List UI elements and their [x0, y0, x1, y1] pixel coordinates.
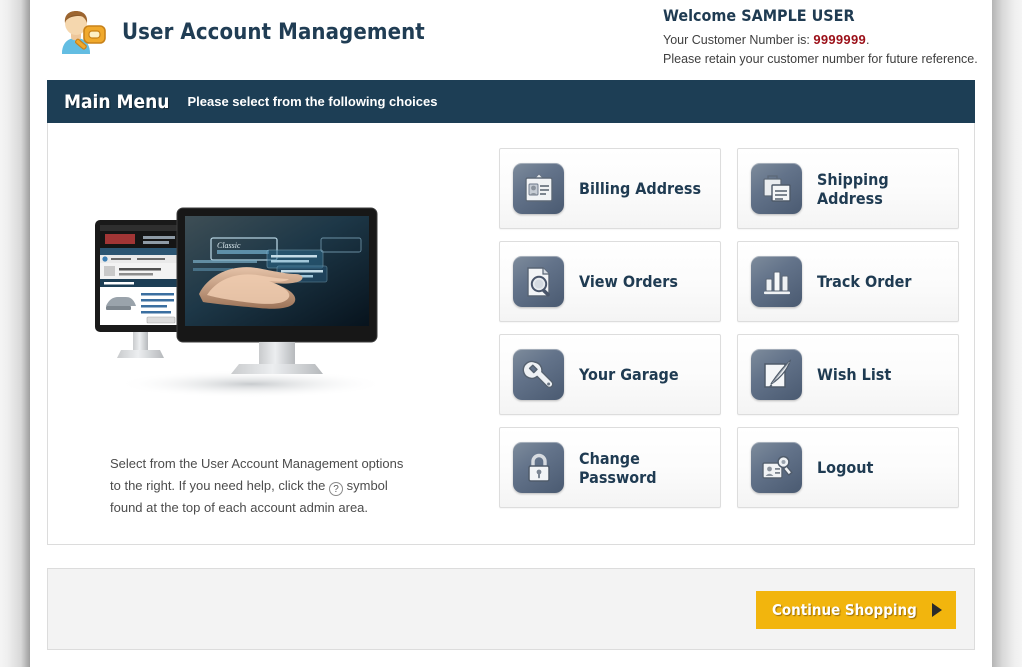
retain-note: Please retain your customer number for f… — [663, 52, 978, 66]
dual-monitor-image: Classic — [81, 198, 401, 398]
wrench-icon — [513, 349, 564, 400]
tile-shipping-address[interactable]: Shipping Address — [737, 148, 959, 229]
footer-panel: Continue Shopping — [47, 568, 975, 650]
customer-number-value: 9999999 — [813, 32, 867, 47]
screenshot-root: User Account Management Welcome SAMPLE U… — [0, 0, 1022, 667]
tile-billing-address[interactable]: Billing Address — [499, 148, 721, 229]
menu-tiles-grid: Billing Address Shipping Address View Or… — [499, 148, 961, 508]
customer-number-line: Your Customer Number is: 9999999. — [663, 30, 993, 50]
tile-label-your-garage: Your Garage — [579, 365, 679, 384]
tile-wish-list[interactable]: Wish List — [737, 334, 959, 415]
customer-number-label: Your Customer Number is: — [663, 33, 810, 47]
continue-shopping-button[interactable]: Continue Shopping — [756, 591, 956, 629]
note-pen-icon — [751, 349, 802, 400]
brand: User Account Management — [52, 4, 425, 60]
tile-track-order[interactable]: Track Order — [737, 241, 959, 322]
bar-chart-icon — [751, 256, 802, 307]
page-shadow-right — [992, 0, 1022, 667]
tile-label-change-password: Change Password — [579, 448, 657, 487]
page-body: User Account Management Welcome SAMPLE U… — [30, 0, 992, 667]
tile-label-logout: Logout — [817, 458, 874, 477]
main-menu-subtitle: Please select from the following choices — [187, 94, 438, 109]
monitor-right: Classic — [176, 207, 378, 374]
continue-shopping-label: Continue Shopping — [772, 601, 917, 619]
tile-your-garage[interactable]: Your Garage — [499, 334, 721, 415]
tile-label-track-order: Track Order — [817, 272, 912, 291]
welcome-block: Welcome SAMPLE USER Your Customer Number… — [663, 6, 993, 69]
user-key-icon — [52, 4, 108, 60]
customer-number-period: . — [866, 33, 870, 47]
tile-view-orders[interactable]: View Orders — [499, 241, 721, 322]
main-menu-title: Main Menu — [64, 90, 170, 113]
main-menu-bar: Main Menu Please select from the followi… — [47, 80, 975, 123]
tile-label-billing-address: Billing Address — [579, 179, 702, 198]
document-search-icon — [513, 256, 564, 307]
intro-text: Select from the User Account Management … — [110, 453, 410, 519]
play-triangle-icon — [932, 603, 942, 617]
padlock-icon — [513, 442, 564, 493]
svg-text:Classic: Classic — [217, 241, 241, 250]
tile-label-shipping-address: Shipping Address — [817, 169, 889, 208]
tile-logout[interactable]: Logout — [737, 427, 959, 508]
tile-label-wish-list: Wish List — [817, 365, 892, 384]
tile-change-password[interactable]: Change Password — [499, 427, 721, 508]
monitor-left — [95, 220, 185, 358]
id-card-icon — [513, 163, 564, 214]
tile-label-view-orders: View Orders — [579, 272, 678, 291]
page-shadow-left — [0, 0, 30, 667]
site-header: User Account Management Welcome SAMPLE U… — [30, 0, 992, 80]
package-box-icon — [751, 163, 802, 214]
welcome-title: Welcome SAMPLE USER — [663, 6, 855, 25]
content-panel: Classic Select from the User Account Man… — [47, 123, 975, 545]
id-card-key-icon — [751, 442, 802, 493]
help-question-icon: ? — [328, 482, 343, 496]
page-title: User Account Management — [122, 19, 425, 45]
